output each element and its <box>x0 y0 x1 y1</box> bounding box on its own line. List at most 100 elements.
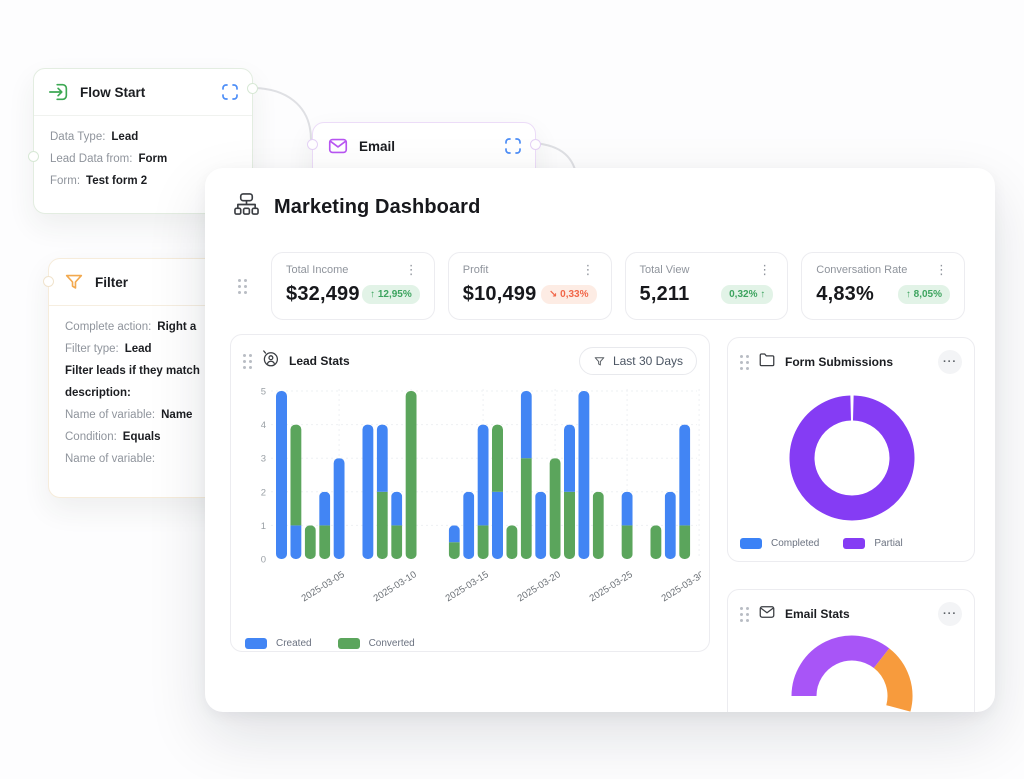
field-label: Filter leads if they match description: <box>65 365 200 399</box>
kebab-menu-icon[interactable]: ⋮ <box>756 264 773 276</box>
legend-swatch <box>740 538 762 549</box>
field-value: Test form 2 <box>86 175 147 187</box>
email-stats-title: Email Stats <box>785 607 929 621</box>
stat-card: Profit ⋮ $10,499 0,33% <box>448 252 612 320</box>
funnel-icon <box>593 355 606 368</box>
port-out[interactable] <box>247 83 258 94</box>
sitemap-icon <box>233 192 260 222</box>
trend-badge: 0,32% ↑ <box>721 285 773 304</box>
stat-label: Total View <box>640 264 690 276</box>
drag-handle-icon[interactable] <box>740 607 749 622</box>
port-in[interactable] <box>307 139 318 150</box>
kebab-menu-icon[interactable]: ⋮ <box>933 264 950 276</box>
trend-badge: 0,33% <box>541 285 597 304</box>
lead-stats-title: Lead Stats <box>289 354 570 368</box>
trend-badge: ↑ 12,95% <box>362 285 420 304</box>
legend-label: Created <box>276 638 312 649</box>
legend-label: Partial <box>874 538 902 549</box>
legend-swatch <box>843 538 865 549</box>
trend-badge: ↑ 8,05% <box>898 285 950 304</box>
legend-item: Created <box>245 638 312 649</box>
email-icon <box>327 135 349 157</box>
svg-text:2: 2 <box>261 487 266 498</box>
legend-item: Completed <box>740 538 819 549</box>
field-value: Lead <box>111 131 138 143</box>
stats-row: Total Income ⋮ $32,499 ↑ 12,95% Profit ⋮ <box>205 226 995 320</box>
stat-card: Conversation Rate ⋮ 4,83% ↑ 8,05% <box>801 252 965 320</box>
field-label: Data Type: <box>50 131 105 143</box>
port-out[interactable] <box>530 139 541 150</box>
envelope-icon <box>758 603 776 626</box>
drag-handle-icon[interactable] <box>243 354 252 369</box>
field-label: Form: <box>50 175 80 187</box>
field-label: Complete action: <box>65 321 151 333</box>
svg-text:2025-03-05: 2025-03-05 <box>300 569 347 604</box>
form-submissions-card: Form Submissions ··· Completed Partial <box>727 337 975 562</box>
stat-card: Total View ⋮ 5,211 0,32% ↑ <box>625 252 789 320</box>
lead-stats-icon <box>261 349 280 373</box>
svg-text:2025-03-15: 2025-03-15 <box>444 569 491 604</box>
kebab-menu-icon[interactable]: ⋮ <box>580 264 597 276</box>
lead-stats-card: Lead Stats Last 30 Days 0 1 2 3 4 5 2025-03-05… <box>230 334 710 652</box>
flow-field: Lead Data from: Form <box>50 148 236 170</box>
svg-text:4: 4 <box>261 420 266 431</box>
field-value: Right a <box>157 321 196 333</box>
drag-handle-icon[interactable] <box>238 279 247 294</box>
flow-start-title: Flow Start <box>80 85 212 100</box>
svg-text:2025-03-25: 2025-03-25 <box>588 569 635 604</box>
legend-swatch <box>245 638 267 649</box>
email-title: Email <box>359 139 495 154</box>
ellipsis-menu-icon[interactable]: ··· <box>938 350 962 374</box>
expand-icon[interactable] <box>222 84 238 100</box>
folder-icon <box>758 351 776 374</box>
kebab-menu-icon[interactable]: ⋮ <box>403 264 420 276</box>
legend-swatch <box>338 638 360 649</box>
lead-chart-legend: Created Converted <box>231 630 709 661</box>
filter-icon <box>63 271 85 293</box>
field-value: Equals <box>123 431 161 443</box>
flow-start-icon <box>48 81 70 103</box>
stat-label: Profit <box>463 264 489 276</box>
stat-label: Conversation Rate <box>816 264 907 276</box>
drag-handle-icon[interactable] <box>740 355 749 370</box>
date-filter-label: Last 30 Days <box>613 354 683 368</box>
field-value: Form <box>138 153 167 165</box>
field-label: Name of variable: <box>65 453 155 465</box>
form-submissions-title: Form Submissions <box>785 355 929 369</box>
svg-text:2025-03-20: 2025-03-20 <box>516 569 563 604</box>
stat-card: Total Income ⋮ $32,499 ↑ 12,95% <box>271 252 435 320</box>
field-value: Name <box>161 409 192 421</box>
svg-text:2025-03-30: 2025-03-30 <box>660 569 701 604</box>
marketing-dashboard-panel: Marketing Dashboard Total Income ⋮ $32,4… <box>205 168 995 712</box>
legend-item: Partial <box>843 538 902 549</box>
form-chart-legend: Completed Partial <box>740 538 903 549</box>
stat-value: $32,499 <box>286 283 360 306</box>
stat-value: 4,83% <box>816 283 874 306</box>
form-submissions-donut <box>728 382 976 532</box>
field-value: Lead <box>125 343 152 355</box>
svg-text:0: 0 <box>261 555 266 566</box>
svg-text:3: 3 <box>261 454 266 465</box>
port-in[interactable] <box>43 276 54 287</box>
legend-item: Converted <box>338 638 415 649</box>
legend-label: Completed <box>771 538 819 549</box>
svg-text:1: 1 <box>261 521 266 532</box>
stat-cards: Total Income ⋮ $32,499 ↑ 12,95% Profit ⋮ <box>271 252 965 320</box>
field-label: Name of variable: <box>65 409 155 421</box>
field-label: Condition: <box>65 431 117 443</box>
flow-field: Data Type: Lead <box>50 126 236 148</box>
expand-icon[interactable] <box>505 138 521 154</box>
svg-text:2025-03-10: 2025-03-10 <box>372 569 419 604</box>
lead-stats-chart: 0 1 2 3 4 5 2025-03-05 2025-03-10 2025-03-15 2025… <box>231 383 709 630</box>
field-label: Filter type: <box>65 343 119 355</box>
connector-flowstart-email <box>252 88 311 140</box>
stat-label: Total Income <box>286 264 348 276</box>
svg-text:5: 5 <box>261 387 266 398</box>
email-stats-donut <box>728 634 976 712</box>
page-title: Marketing Dashboard <box>274 196 480 219</box>
ellipsis-menu-icon[interactable]: ··· <box>938 602 962 626</box>
port-in[interactable] <box>28 151 39 162</box>
field-label: Lead Data from: <box>50 153 132 165</box>
date-filter-button[interactable]: Last 30 Days <box>579 347 697 375</box>
stat-value: $10,499 <box>463 283 537 306</box>
